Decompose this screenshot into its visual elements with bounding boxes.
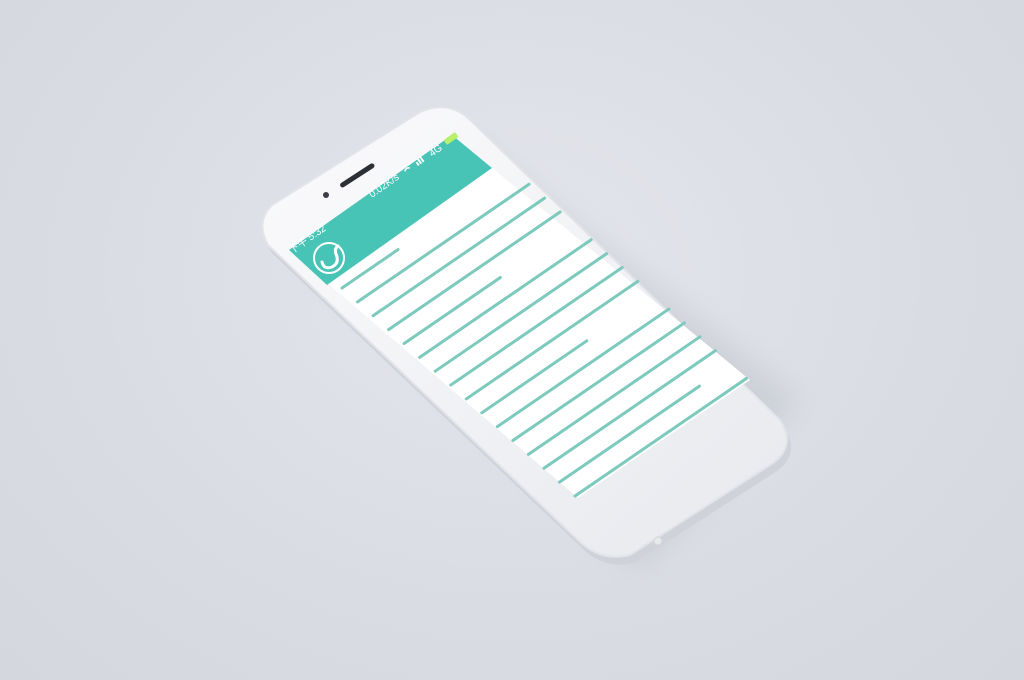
home-button[interactable] <box>653 536 663 546</box>
phone-mockup: 下午 5:32 0.02K/s 4G <box>261 106 800 570</box>
stomach-logo-icon[interactable] <box>313 242 345 274</box>
front-camera <box>323 192 329 198</box>
mockup-scene: 下午 5:32 0.02K/s 4G <box>0 0 1024 680</box>
